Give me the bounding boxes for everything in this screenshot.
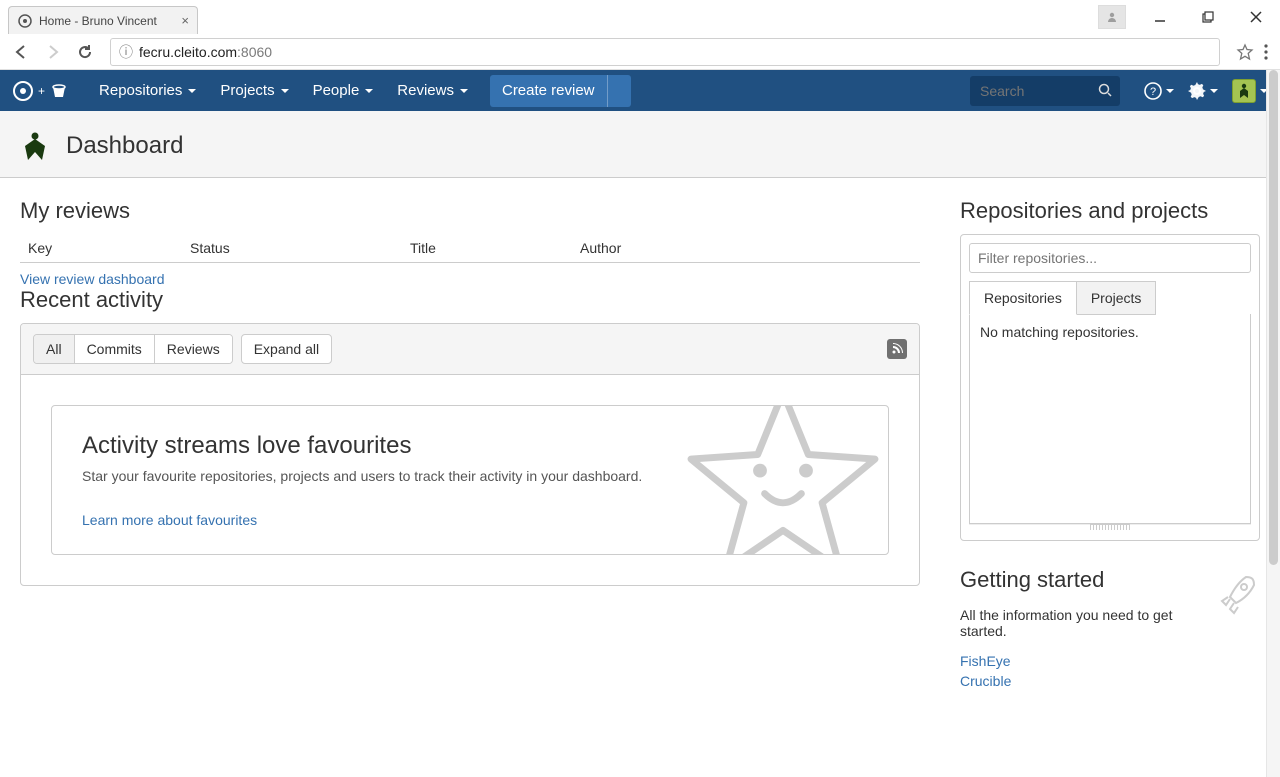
nav-projects[interactable]: Projects xyxy=(208,70,300,111)
activity-filter-segment: All Commits Reviews xyxy=(33,334,233,364)
chevron-down-icon xyxy=(1166,89,1174,93)
chevron-down-icon xyxy=(1210,89,1218,93)
col-title[interactable]: Title xyxy=(410,240,580,256)
dashboard-logo-icon xyxy=(18,129,52,163)
recent-activity-heading: Recent activity xyxy=(20,287,920,313)
url-port: :8060 xyxy=(237,44,272,60)
favourites-callout: Activity streams love favourites Star yo… xyxy=(51,405,889,555)
create-review-button[interactable]: Create review xyxy=(490,75,607,107)
learn-favourites-link[interactable]: Learn more about favourites xyxy=(82,512,257,528)
filter-commits-button[interactable]: Commits xyxy=(74,335,154,363)
page-header: Dashboard xyxy=(0,111,1280,178)
forward-icon xyxy=(44,43,62,61)
tab-title: Home - Bruno Vincent xyxy=(39,14,157,28)
search-icon[interactable] xyxy=(1098,83,1112,97)
browser-tab[interactable]: Home - Bruno Vincent × xyxy=(8,6,198,34)
view-review-dashboard-link[interactable]: View review dashboard xyxy=(20,271,165,287)
window-close-icon[interactable] xyxy=(1232,2,1280,32)
chrome-user-icon[interactable] xyxy=(1098,5,1126,29)
col-key[interactable]: Key xyxy=(20,240,190,256)
tab-repositories[interactable]: Repositories xyxy=(969,281,1077,315)
rocket-icon xyxy=(1216,571,1260,615)
rss-icon[interactable] xyxy=(887,339,907,359)
filter-all-button[interactable]: All xyxy=(34,335,74,363)
star-illustration-icon xyxy=(668,405,889,555)
reload-icon[interactable] xyxy=(76,43,94,61)
user-menu[interactable] xyxy=(1232,79,1268,103)
crucible-link[interactable]: Crucible xyxy=(960,673,1260,689)
avatar xyxy=(1232,79,1256,103)
fisheye-logo-icon[interactable] xyxy=(12,80,34,102)
help-icon: ? xyxy=(1144,82,1162,100)
plus-icon: + xyxy=(38,84,45,98)
scroll-thumb[interactable] xyxy=(1269,70,1278,565)
back-icon[interactable] xyxy=(12,43,30,61)
getting-started-panel: Getting started All the information you … xyxy=(960,567,1260,689)
repo-projects-panel: Repositories Projects No matching reposi… xyxy=(960,234,1260,541)
settings-menu[interactable] xyxy=(1188,82,1218,100)
nav-repositories[interactable]: Repositories xyxy=(87,70,208,111)
chevron-down-icon xyxy=(281,89,289,93)
chrome-menu-icon[interactable] xyxy=(1264,44,1268,60)
info-icon: ⓘ xyxy=(119,42,133,62)
col-author[interactable]: Author xyxy=(580,240,920,256)
no-results-text: No matching repositories. xyxy=(980,324,1139,340)
reviews-table: Key Status Title Author xyxy=(20,234,920,263)
gear-icon xyxy=(1188,82,1206,100)
getting-started-text: All the information you need to get star… xyxy=(960,607,1180,639)
repo-tab-content: No matching repositories. xyxy=(969,314,1251,524)
chevron-down-icon xyxy=(188,89,196,93)
tab-favicon xyxy=(17,13,33,29)
browser-tab-strip: Home - Bruno Vincent × xyxy=(0,0,1280,34)
url-domain: fecru.cleito.com xyxy=(139,44,237,60)
close-icon[interactable]: × xyxy=(181,13,189,28)
filter-repositories-input[interactable] xyxy=(969,243,1251,273)
expand-all-button[interactable]: Expand all xyxy=(241,334,332,364)
crucible-logo-icon[interactable] xyxy=(49,81,69,101)
resize-handle[interactable] xyxy=(1090,524,1130,530)
help-menu[interactable]: ? xyxy=(1144,82,1174,100)
repos-projects-heading: Repositories and projects xyxy=(960,198,1260,224)
svg-text:?: ? xyxy=(1150,86,1156,98)
chevron-down-icon xyxy=(365,89,373,93)
page-title: Dashboard xyxy=(66,132,183,160)
getting-started-heading: Getting started xyxy=(960,567,1260,593)
activity-panel: All Commits Reviews Expand all Activity … xyxy=(20,323,920,586)
nav-people[interactable]: People xyxy=(301,70,386,111)
my-reviews-heading: My reviews xyxy=(20,198,920,224)
url-field[interactable]: ⓘ fecru.cleito.com:8060 xyxy=(110,38,1220,66)
window-maximize-icon[interactable] xyxy=(1184,2,1232,32)
col-status[interactable]: Status xyxy=(190,240,410,256)
fisheye-link[interactable]: FishEye xyxy=(960,653,1260,669)
page-scrollbar[interactable] xyxy=(1266,70,1280,777)
window-minimize-icon[interactable] xyxy=(1136,2,1184,32)
browser-address-bar: ⓘ fecru.cleito.com:8060 xyxy=(0,34,1280,70)
create-review-dropdown[interactable] xyxy=(607,75,631,107)
app-top-nav: + Repositories Projects People Reviews C… xyxy=(0,70,1280,111)
filter-reviews-button[interactable]: Reviews xyxy=(154,335,232,363)
nav-reviews[interactable]: Reviews xyxy=(385,70,480,111)
star-icon[interactable] xyxy=(1236,43,1254,61)
tab-projects[interactable]: Projects xyxy=(1077,281,1157,315)
chevron-down-icon xyxy=(460,89,468,93)
